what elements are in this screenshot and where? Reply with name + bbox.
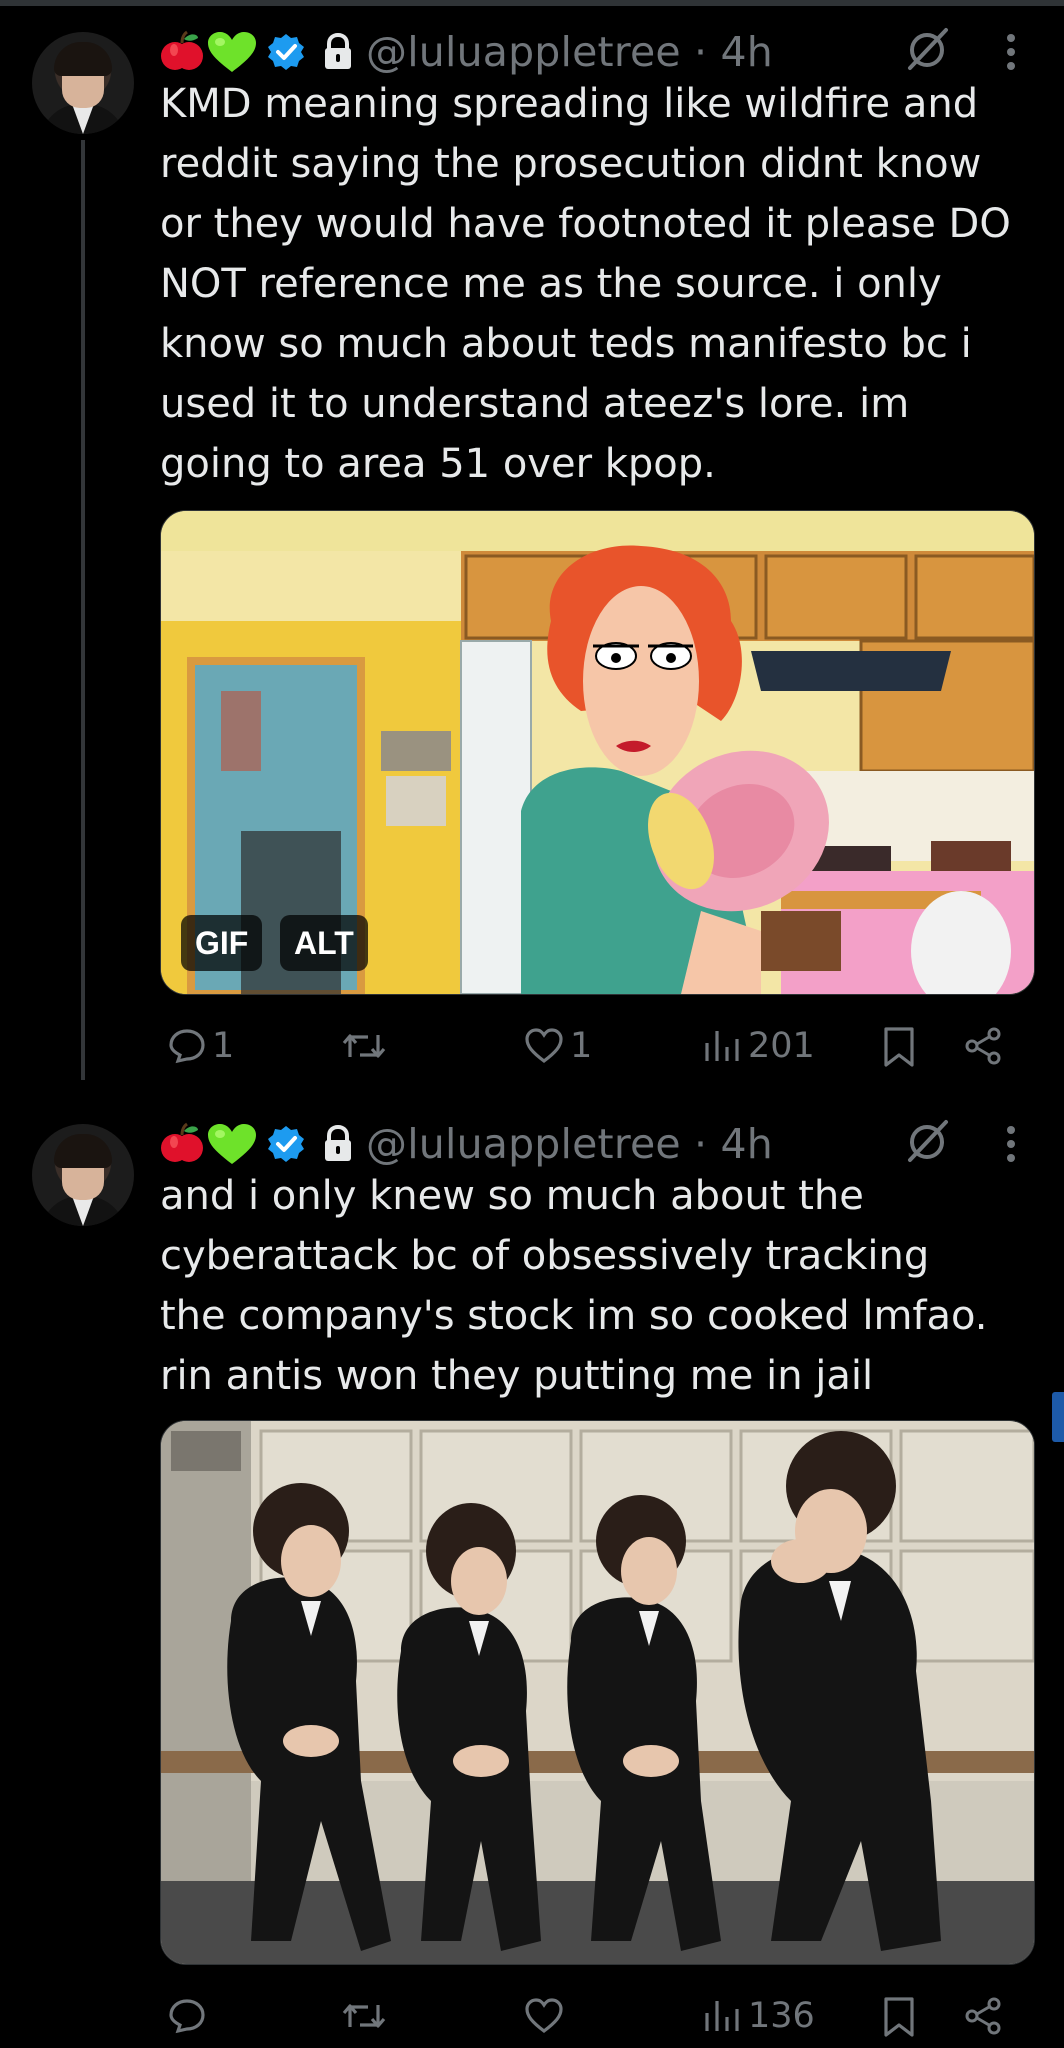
bookmark-icon[interactable] <box>882 1996 916 2038</box>
lock-icon <box>325 1124 351 1161</box>
scrollbar-thumb[interactable] <box>1052 1392 1064 1442</box>
avatar[interactable] <box>32 32 134 134</box>
tweet-header: @luluappletree · 4h <box>160 24 773 80</box>
grok-icon[interactable] <box>904 1118 950 1164</box>
share-icon[interactable] <box>964 1026 1004 1066</box>
avatar[interactable] <box>32 1124 134 1226</box>
like-button[interactable] <box>524 1986 570 2046</box>
tweet-image[interactable] <box>160 1420 1035 1965</box>
gif-badge: GIF <box>181 915 263 971</box>
author-handle[interactable]: @luluappletree · 4h <box>366 28 773 76</box>
views-button[interactable]: 136 <box>702 1986 815 2046</box>
verified-badge-icon[interactable] <box>266 32 306 72</box>
tweet-header: @luluappletree · 4h <box>160 1116 773 1172</box>
grok-icon[interactable] <box>904 26 950 72</box>
views-button[interactable]: 201 <box>702 1016 815 1076</box>
tweet-actions: 136 <box>160 1986 1040 2046</box>
retweet-button[interactable] <box>340 1986 394 2046</box>
like-count: 1 <box>570 1026 593 1066</box>
reply-count: 1 <box>212 1026 235 1066</box>
green-heart-emoji <box>208 32 256 72</box>
reply-icon <box>169 1999 205 2034</box>
alt-badge[interactable]: ALT <box>280 915 368 971</box>
tweet-photo <box>161 1421 1034 1964</box>
reply-icon <box>169 1029 205 1064</box>
thread-connector-line <box>81 140 85 1080</box>
author-handle[interactable]: @luluappletree · 4h <box>366 1120 773 1168</box>
tweet-1[interactable]: @luluappletree · 4h KMD meaning spreadin… <box>0 0 1064 1110</box>
like-button[interactable]: 1 <box>524 1016 592 1076</box>
verified-badge-icon[interactable] <box>266 1124 306 1164</box>
green-heart-emoji <box>208 1124 256 1164</box>
apple-emoji <box>161 1122 203 1162</box>
tweet-2[interactable]: @luluappletree · 4h and i only knew so m… <box>0 1110 1064 2048</box>
tweet-actions: 1 1 201 <box>160 1016 1040 1076</box>
reply-button[interactable] <box>168 1986 212 2046</box>
retweet-icon <box>342 1034 386 1058</box>
view-count: 201 <box>748 1026 815 1066</box>
more-icon[interactable] <box>1004 32 1018 72</box>
bookmark-icon[interactable] <box>882 1026 916 1068</box>
retweet-icon <box>342 2004 386 2028</box>
retweet-button[interactable] <box>340 1016 394 1076</box>
more-icon[interactable] <box>1004 1124 1018 1164</box>
lock-icon <box>325 32 351 69</box>
tweet-text: and i only knew so much about the cybera… <box>160 1173 988 1399</box>
share-icon[interactable] <box>964 1996 1004 2036</box>
view-count: 136 <box>748 1996 815 2036</box>
reply-button[interactable]: 1 <box>168 1016 234 1076</box>
like-icon <box>525 1028 563 1064</box>
views-icon <box>705 1031 739 1061</box>
tweet-gif[interactable]: GIF ALT <box>160 510 1035 995</box>
like-icon <box>525 1998 563 2034</box>
apple-emoji <box>161 30 203 70</box>
tweet-text: KMD meaning spreading like wildfire and … <box>160 81 1011 487</box>
views-icon <box>705 2001 739 2031</box>
